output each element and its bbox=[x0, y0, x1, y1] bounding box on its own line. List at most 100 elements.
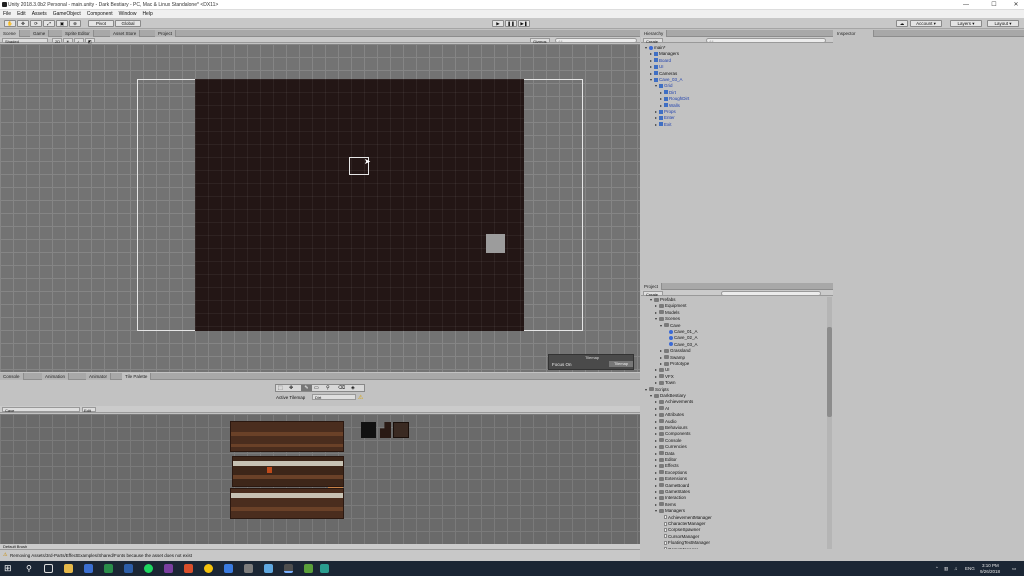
project-item[interactable]: ▸ Swamp bbox=[660, 355, 685, 361]
rect-tool-icon[interactable]: ▣ bbox=[56, 20, 68, 27]
audio-icon[interactable]: ♪ bbox=[74, 38, 84, 44]
global-toggle[interactable]: Global bbox=[115, 20, 141, 27]
chrome-icon[interactable] bbox=[204, 564, 213, 573]
clock-time[interactable]: 3:10 PM bbox=[982, 563, 999, 568]
focus-on-dropdown[interactable]: Tilemap bbox=[609, 361, 633, 367]
scene-search-input[interactable]: All bbox=[555, 38, 637, 44]
wall-tiles-bottom[interactable] bbox=[230, 488, 344, 519]
project-item[interactable]: ▸ Audio bbox=[655, 419, 677, 425]
menu-file[interactable]: File bbox=[0, 10, 14, 18]
lighting-icon[interactable]: ☀ bbox=[63, 38, 73, 44]
rotate-tool-icon[interactable]: ⟳ bbox=[30, 20, 42, 27]
layout-dropdown[interactable]: Layout ▾ bbox=[987, 20, 1019, 27]
app-icon-teal[interactable] bbox=[320, 564, 329, 573]
project-item[interactable]: CorpseSpawner bbox=[660, 527, 700, 533]
brush-tool-icon[interactable]: ✎ bbox=[301, 385, 312, 391]
app-icon-gray[interactable] bbox=[244, 564, 253, 573]
volume-icon[interactable]: ♫ bbox=[954, 566, 957, 571]
project-item[interactable]: ▸ Town bbox=[655, 380, 676, 386]
palette-dropdown[interactable]: Cave bbox=[2, 407, 80, 413]
dark-tile[interactable] bbox=[361, 422, 376, 438]
menu-window[interactable]: Window bbox=[116, 10, 140, 18]
project-item[interactable]: AchievementManager bbox=[660, 515, 712, 521]
hierarchy-item[interactable]: ▾ main* bbox=[645, 45, 666, 51]
tab-animation[interactable]: Animation bbox=[42, 373, 70, 380]
app-icon-light-blue[interactable] bbox=[264, 564, 273, 573]
project-item[interactable]: ▸ Behaviours bbox=[655, 425, 688, 431]
tab-hierarchy[interactable]: Hierarchy bbox=[641, 30, 668, 37]
transform-tool-icon[interactable]: ⊕ bbox=[69, 20, 81, 27]
hierarchy-item[interactable]: ▸ Walls bbox=[660, 103, 680, 109]
gizmos-dropdown[interactable]: Gizmos bbox=[530, 38, 550, 44]
cloud-icon[interactable]: ☁ bbox=[896, 20, 908, 27]
tab-asset-store[interactable]: Asset Store bbox=[110, 30, 141, 37]
spotify-icon[interactable] bbox=[144, 564, 153, 573]
notification-icon[interactable]: ▭ bbox=[1012, 566, 1016, 572]
project-item[interactable]: ▸ Effects bbox=[655, 463, 679, 469]
language-indicator[interactable]: ENG bbox=[965, 566, 975, 571]
project-item[interactable]: ▸ Console bbox=[655, 438, 682, 444]
move-tile-icon[interactable]: ✥ bbox=[289, 385, 293, 391]
pause-button[interactable]: ❚❚ bbox=[505, 20, 517, 27]
hierarchy-create-dropdown[interactable]: Create bbox=[643, 38, 663, 44]
visual-studio-icon[interactable] bbox=[84, 564, 93, 573]
tab-sprite-editor[interactable]: Sprite Editor bbox=[62, 30, 94, 37]
tab-game[interactable]: Game bbox=[30, 30, 50, 37]
wall-tiles-top[interactable] bbox=[230, 421, 344, 452]
app-icon-blue[interactable] bbox=[224, 564, 233, 573]
unity-taskbar-icon[interactable] bbox=[284, 564, 293, 573]
palette-grid[interactable] bbox=[0, 414, 640, 544]
project-item[interactable]: ▸ AI bbox=[655, 406, 669, 412]
hierarchy-item[interactable]: ▸ Dirt bbox=[660, 90, 676, 96]
project-scrollbar[interactable] bbox=[827, 297, 832, 549]
project-item[interactable]: ▸ GameStates bbox=[655, 489, 690, 495]
eraser-icon[interactable]: ⌫ bbox=[338, 385, 345, 391]
tray-up-icon[interactable]: ⌃ bbox=[935, 566, 939, 572]
project-item[interactable]: ▾ Prefabs bbox=[650, 297, 676, 303]
app-icon-purple[interactable] bbox=[164, 564, 173, 573]
palette-edit-button[interactable]: Edit bbox=[82, 407, 96, 413]
account-dropdown[interactable]: Account ▾ bbox=[910, 20, 942, 27]
project-item[interactable]: ▸ GameBoard bbox=[655, 483, 689, 489]
app-icon-red[interactable] bbox=[184, 564, 193, 573]
hierarchy-item[interactable]: ▾ Grid bbox=[655, 83, 673, 89]
project-item[interactable]: ▸ Exceptions bbox=[655, 470, 687, 476]
layers-dropdown[interactable]: Layers ▾ bbox=[950, 20, 982, 27]
project-item[interactable]: ▸ Equipment bbox=[655, 303, 687, 309]
hierarchy-item[interactable]: ▾ Cave_03_A bbox=[650, 77, 683, 83]
project-item[interactable]: ▸ Models bbox=[655, 310, 680, 316]
hierarchy-item[interactable]: ▸ Managers bbox=[650, 51, 679, 57]
file-explorer-icon[interactable] bbox=[64, 564, 73, 573]
app-icon-green[interactable] bbox=[304, 564, 313, 573]
project-item[interactable]: ▸ Prototype bbox=[660, 361, 689, 367]
move-tool-icon[interactable]: ✥ bbox=[17, 20, 29, 27]
menu-gameobject[interactable]: GameObject bbox=[50, 10, 84, 18]
maximize-button[interactable]: ☐ bbox=[988, 1, 1000, 9]
hierarchy-item[interactable]: ▸ Exit bbox=[655, 122, 672, 128]
project-item[interactable]: ▸ Data bbox=[655, 451, 675, 457]
project-scroll-thumb[interactable] bbox=[827, 327, 832, 417]
hierarchy-item[interactable]: ▸ RoughDirt bbox=[660, 96, 689, 102]
effects-icon[interactable]: ◩ bbox=[85, 38, 95, 44]
close-button[interactable]: ✕ bbox=[1010, 1, 1022, 9]
pivot-toggle[interactable]: Pivot bbox=[88, 20, 114, 27]
project-item[interactable]: ▾ Scenes bbox=[655, 316, 680, 322]
project-item[interactable]: Cave_03_A bbox=[665, 342, 698, 348]
picker-icon[interactable]: ⚲ bbox=[326, 385, 330, 391]
tilemap-dirt[interactable] bbox=[195, 79, 524, 331]
box-fill-icon[interactable]: ▭ bbox=[314, 385, 319, 391]
tab-project[interactable]: Project bbox=[155, 30, 177, 37]
tab-project-browser[interactable]: Project bbox=[641, 283, 663, 290]
floor-tile[interactable] bbox=[393, 422, 409, 438]
project-item[interactable]: ▸ Items bbox=[655, 502, 676, 508]
project-item[interactable]: FloatingTextManager bbox=[660, 540, 710, 546]
project-item[interactable]: Cave_01_A bbox=[665, 329, 698, 335]
scale-tool-icon[interactable]: ⤢ bbox=[43, 20, 55, 27]
photoshop-icon[interactable] bbox=[124, 564, 133, 573]
hierarchy-search-input[interactable]: All bbox=[706, 38, 826, 44]
network-icon[interactable]: ▥ bbox=[944, 566, 948, 572]
2d-toggle[interactable]: 2D bbox=[52, 38, 62, 44]
tab-scene[interactable]: Scene bbox=[0, 30, 20, 37]
hierarchy-item[interactable]: ▸ Board bbox=[650, 58, 671, 64]
step-button[interactable]: ▶❚ bbox=[518, 20, 530, 27]
